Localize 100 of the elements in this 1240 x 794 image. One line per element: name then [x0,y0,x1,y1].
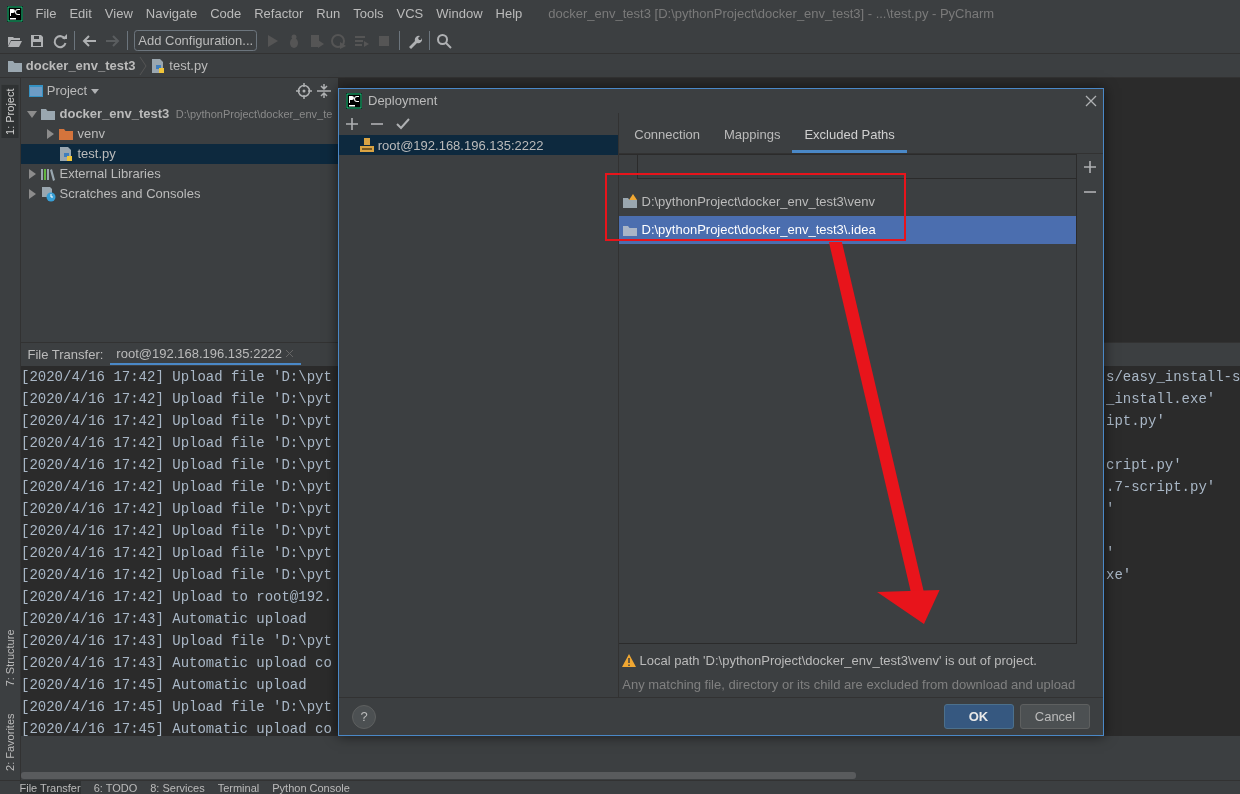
tree-label: Scratches and Consoles [59,185,201,204]
dialog-tab[interactable]: Excluded Paths [792,116,907,154]
menu-item[interactable]: Navigate [139,4,204,24]
folder-icon [40,106,57,122]
log-line: [2020/4/16 17:43] Upload file 'D:\pyt [21,632,333,651]
back-arrow-icon[interactable] [81,32,98,49]
tool-window-tab[interactable]: Python Console [272,781,350,794]
server-item[interactable]: root@192.168.196.135:2222 [339,135,618,156]
check-icon[interactable] [395,118,410,131]
collapse-all-icon[interactable] [315,83,332,99]
close-icon[interactable] [1084,95,1097,108]
menu-item[interactable]: Refactor [247,4,310,24]
dialog-title: Deployment [368,92,438,111]
collapsed-arrow-icon[interactable] [45,129,55,139]
path-row[interactable]: D:\pythonProject\docker_env_test3\.idea [619,216,1076,245]
window-title: docker_env_test3 [D:\pythonProject\docker_env_test3] - ...\test.py - PyCharm [548,5,995,24]
scratches-icon [40,186,57,202]
app-logo-icon [6,6,23,22]
log-line: [2020/4/16 17:42] Upload file 'D:\pyt [21,500,333,519]
path-hint: D:\pythonProject\docker_env_te [175,106,333,122]
log-line: [2020/4/16 17:42] Upload file 'D:\pyt [21,390,333,409]
collapsed-arrow-icon[interactable] [27,169,37,179]
scrollbar-thumb[interactable] [21,771,856,779]
log-line: [2020/4/16 17:42] Upload file 'D:\pyt [21,368,333,387]
menu-item[interactable]: Code [203,4,248,24]
tool-window-tab[interactable]: 2: Favorites [1,709,19,774]
tool-window-tab[interactable]: 8: Services [150,781,205,794]
tool-window-tab[interactable]: 6: TODO [93,781,138,794]
log-line: ' [1106,500,1116,519]
menu-item[interactable]: View [98,4,140,24]
breadcrumb-item[interactable]: docker_env_test3 [25,55,136,76]
dialog-tab[interactable]: Mappings [712,116,793,154]
log-line: [2020/4/16 17:45] Automatic upload co [21,720,333,739]
menu-item[interactable]: Help [489,4,529,24]
refresh-icon[interactable] [51,32,68,49]
cancel-button[interactable]: Cancel [1020,703,1090,730]
log-line: ipt.py' [1106,412,1166,431]
tree-label: External Libraries [59,165,161,184]
log-line: [2020/4/16 17:45] Upload file 'D:\pyt [21,698,333,717]
log-line: [2020/4/16 17:43] Automatic upload [21,610,308,629]
run-configuration-button[interactable]: Add Configuration... [134,29,258,52]
tool-window-tab[interactable]: 7: Structure [1,626,19,690]
tree-label: venv [77,125,105,144]
tool-window-tab[interactable]: Terminal [217,781,260,794]
tree-item[interactable]: Scratches and Consoles [21,184,338,204]
tree-label: docker_env_test3 [59,105,170,124]
menu-item[interactable]: File [29,4,63,24]
dropdown-caret-icon[interactable] [90,86,101,96]
tool-window-tab[interactable]: 1: Project [1,84,19,138]
ok-button[interactable]: OK [943,703,1014,730]
menu-item[interactable]: Run [309,4,347,24]
warning-message: Local path 'D:\pythonProject\docker_env_test3\venv' is out of project. [639,651,1037,670]
log-line: [2020/4/16 17:42] Upload file 'D:\pyt [21,522,333,541]
log-line: [2020/4/16 17:42] Upload file 'D:\pyt [21,412,333,431]
save-icon[interactable] [29,32,45,49]
tree-item[interactable]: venv [21,124,338,144]
log-line: [2020/4/16 17:42] Upload to root@192. [21,588,333,607]
log-line: [2020/4/16 17:42] Upload file 'D:\pyt [21,456,333,475]
tree-item[interactable]: External Libraries [21,164,338,184]
app-logo-icon [345,93,362,110]
log-line: .7-script.py' [1106,478,1217,497]
breadcrumb-item[interactable]: test.py [169,55,208,76]
path-row[interactable]: D:\pythonProject\docker_env_test3\venv [619,188,1076,217]
log-line: [2020/4/16 17:42] Upload file 'D:\pyt [21,566,333,585]
folder-icon [58,126,75,142]
warning-icon [622,653,637,667]
search-icon[interactable] [436,32,453,49]
log-line: xe' [1106,566,1133,585]
log-line: [2020/4/16 17:45] Automatic upload [21,676,308,695]
collapsed-arrow-icon[interactable] [27,189,37,199]
tree-label: test.py [77,145,116,164]
python-file-icon [150,57,167,74]
library-icon [40,166,57,182]
log-line: [2020/4/16 17:42] Upload file 'D:\pyt [21,478,333,497]
panel-icon [27,83,44,99]
folder-warning-icon [622,194,639,211]
log-line: cript.py' [1106,456,1183,475]
menu-item[interactable]: Edit [62,4,99,24]
dialog-tab[interactable]: Connection [622,116,713,154]
menu-item[interactable]: Tools [346,4,391,24]
help-button[interactable]: ? [352,704,376,729]
server-icon [358,137,375,154]
panel-title[interactable]: Project [46,81,88,101]
add-icon[interactable] [345,118,358,131]
python-file-icon [58,146,75,162]
hint-text: Any matching file, directory or its child are excluded from download and upload [621,676,1077,695]
log-line: ' [1106,544,1116,563]
chevron-icon [138,55,147,76]
tree-item[interactable]: test.py [21,144,338,164]
expanded-arrow-icon[interactable] [27,109,37,119]
log-line: _install.exe' [1106,390,1217,409]
add-icon[interactable] [1084,160,1096,173]
menu-item[interactable]: VCS [390,4,430,24]
locate-icon[interactable] [296,83,313,99]
panel-title: File Transfer: [27,345,104,364]
tree-item[interactable]: docker_env_test3 D:\pythonProject\docker_env_te [21,104,338,124]
log-line: [2020/4/16 17:42] Upload file 'D:\pyt [21,544,333,563]
tool-window-tab[interactable]: File Transfer [19,781,81,794]
log-line: [2020/4/16 17:42] Upload file 'D:\pyt [21,434,333,453]
menu-item[interactable]: Window [429,4,490,24]
